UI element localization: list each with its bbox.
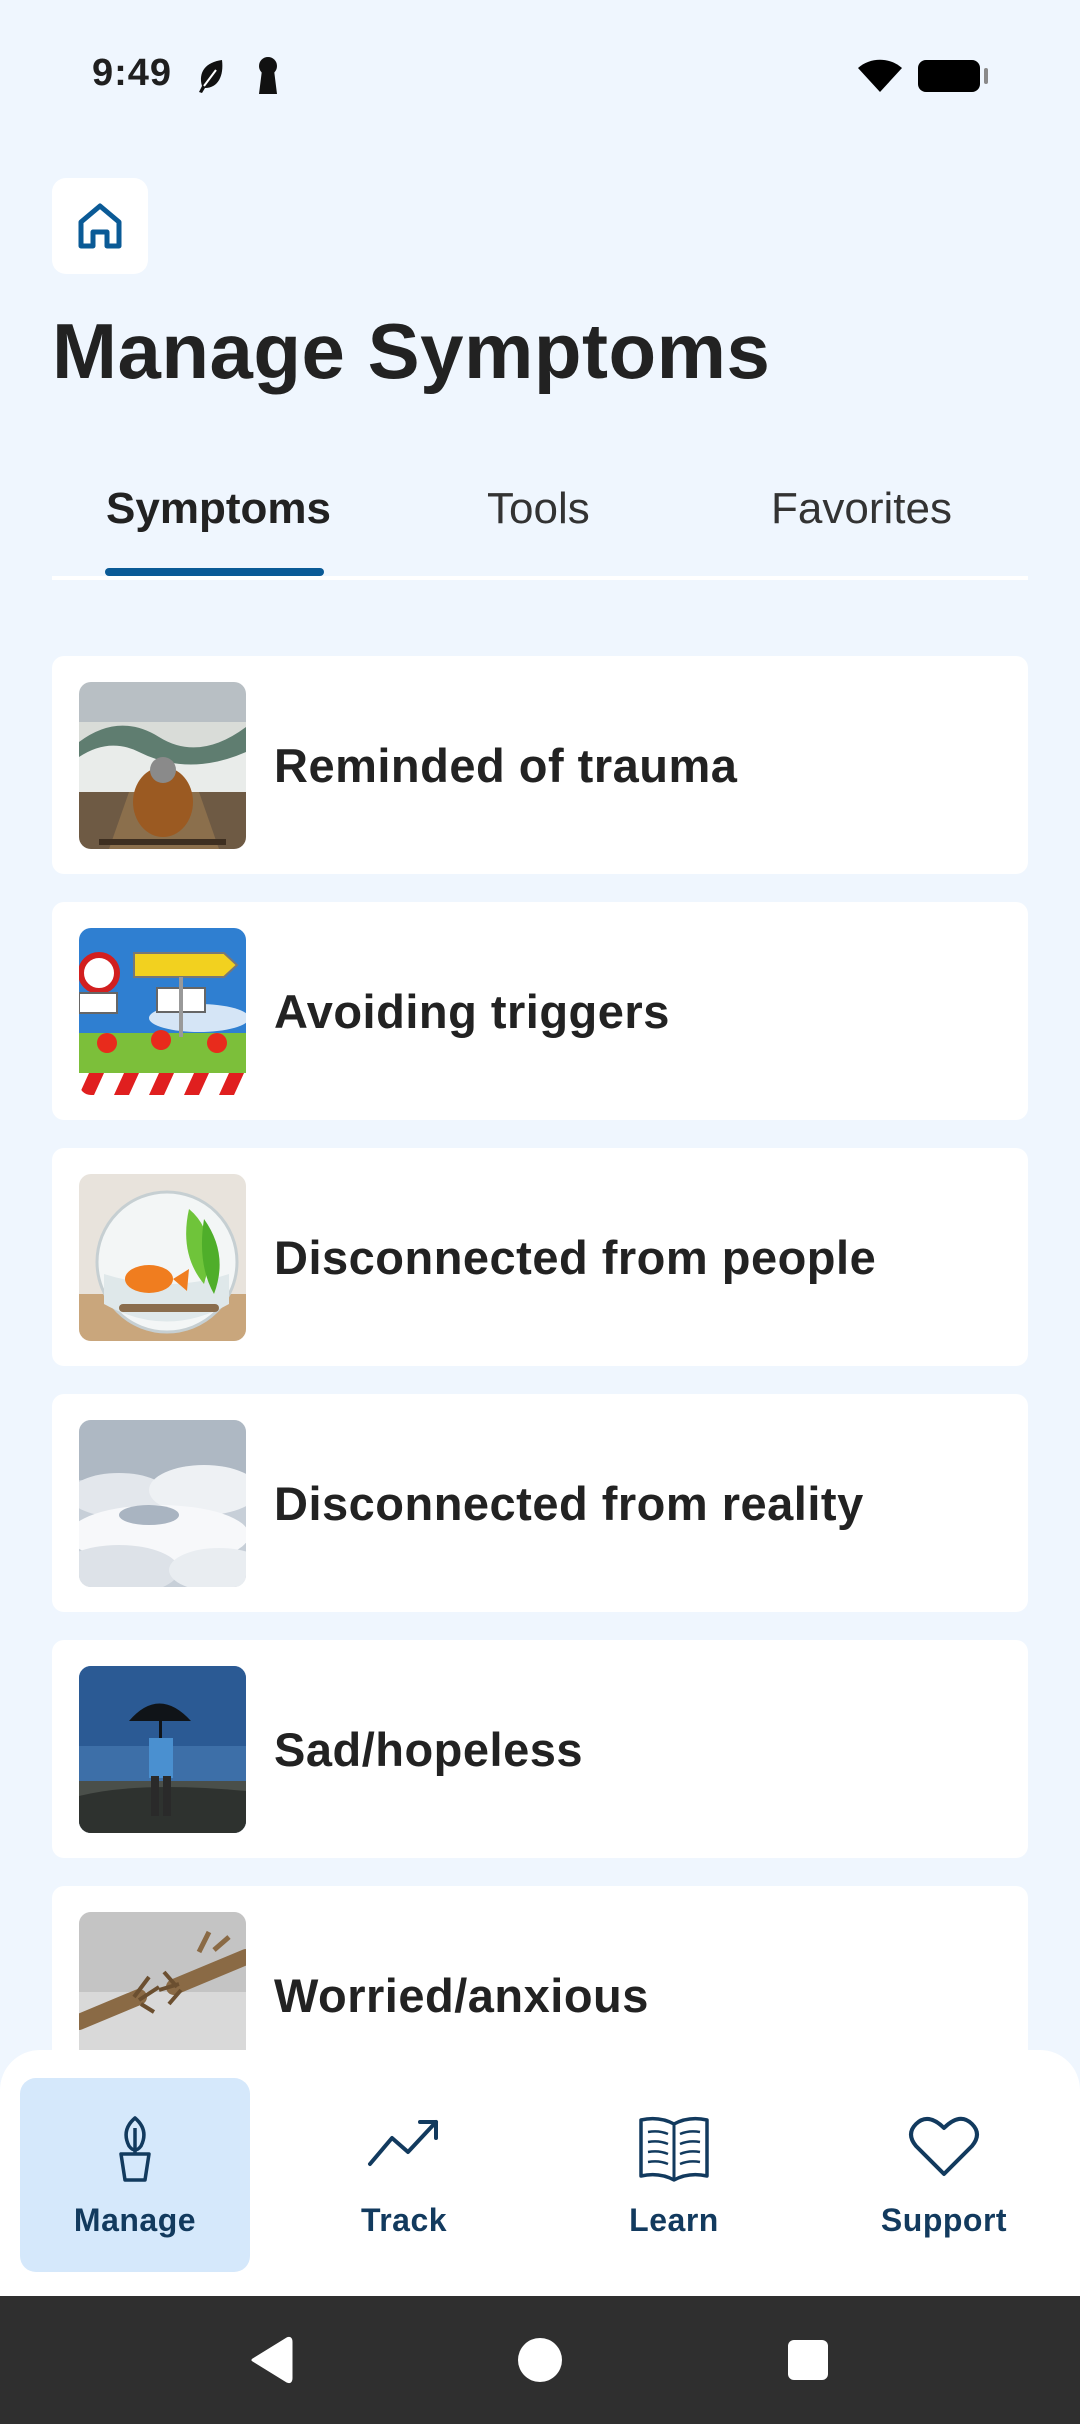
status-bar: 9:49	[0, 0, 1080, 150]
symptom-label: Disconnected from people	[274, 1230, 877, 1284]
symptom-thumbnail	[79, 1666, 246, 1833]
symptom-label: Avoiding triggers	[274, 984, 670, 1038]
symptom-card-disconnected-from-people[interactable]: Disconnected from people	[52, 1148, 1028, 1366]
nav-label: Manage	[73, 2202, 197, 2238]
keyhole-icon	[256, 56, 280, 101]
symptom-label: Reminded of trauma	[274, 738, 738, 792]
page-title: Manage Symptoms	[52, 307, 771, 395]
wifi-icon	[856, 58, 904, 99]
open-book-icon	[639, 2116, 709, 2182]
nav-learn[interactable]: Learn	[559, 2078, 789, 2272]
home-icon	[78, 203, 122, 249]
tab-favorites[interactable]: Favorites	[771, 484, 952, 534]
trend-line-icon	[368, 2120, 438, 2166]
heart-icon	[909, 2116, 979, 2176]
symptom-label: Disconnected from reality	[274, 1476, 864, 1530]
symptom-thumbnail	[79, 1174, 246, 1341]
tab-symptoms[interactable]: Symptoms	[106, 484, 331, 534]
symptom-label: Sad/hopeless	[274, 1722, 583, 1776]
back-icon	[251, 2336, 293, 2384]
nav-track[interactable]: Track	[289, 2078, 519, 2272]
home-button[interactable]	[52, 178, 148, 274]
tab-bar: Symptoms Tools Favorites	[52, 470, 1028, 580]
nav-manage[interactable]: Manage	[20, 2078, 250, 2272]
nav-label: Support	[880, 2202, 1008, 2238]
symptom-card-avoiding-triggers[interactable]: Avoiding triggers	[52, 902, 1028, 1120]
symptom-thumbnail	[79, 928, 246, 1095]
nav-support[interactable]: Support	[829, 2078, 1059, 2272]
nav-label: Track	[360, 2202, 448, 2238]
recents-button[interactable]	[784, 2296, 832, 2424]
circle-home-icon	[518, 2338, 562, 2382]
symptom-card-sad-hopeless[interactable]: Sad/hopeless	[52, 1640, 1028, 1858]
symptom-card-reminded-of-trauma[interactable]: Reminded of trauma	[52, 656, 1028, 874]
back-button[interactable]	[240, 2296, 300, 2424]
plant-pot-icon	[119, 2116, 151, 2182]
home-system-button[interactable]	[514, 2296, 566, 2424]
system-navigation-bar	[0, 2296, 1080, 2424]
symptom-thumbnail	[79, 1420, 246, 1587]
leaf-icon	[196, 58, 226, 99]
square-recents-icon	[788, 2340, 828, 2380]
bottom-navigation: Manage Track Learn Support	[0, 2050, 1080, 2296]
symptom-thumbnail	[79, 682, 246, 849]
symptom-card-disconnected-from-reality[interactable]: Disconnected from reality	[52, 1394, 1028, 1612]
nav-label: Learn	[629, 2202, 719, 2238]
status-time: 9:49	[92, 52, 173, 94]
tab-tools[interactable]: Tools	[487, 484, 590, 534]
active-tab-indicator	[105, 568, 324, 576]
battery-icon	[918, 60, 988, 92]
